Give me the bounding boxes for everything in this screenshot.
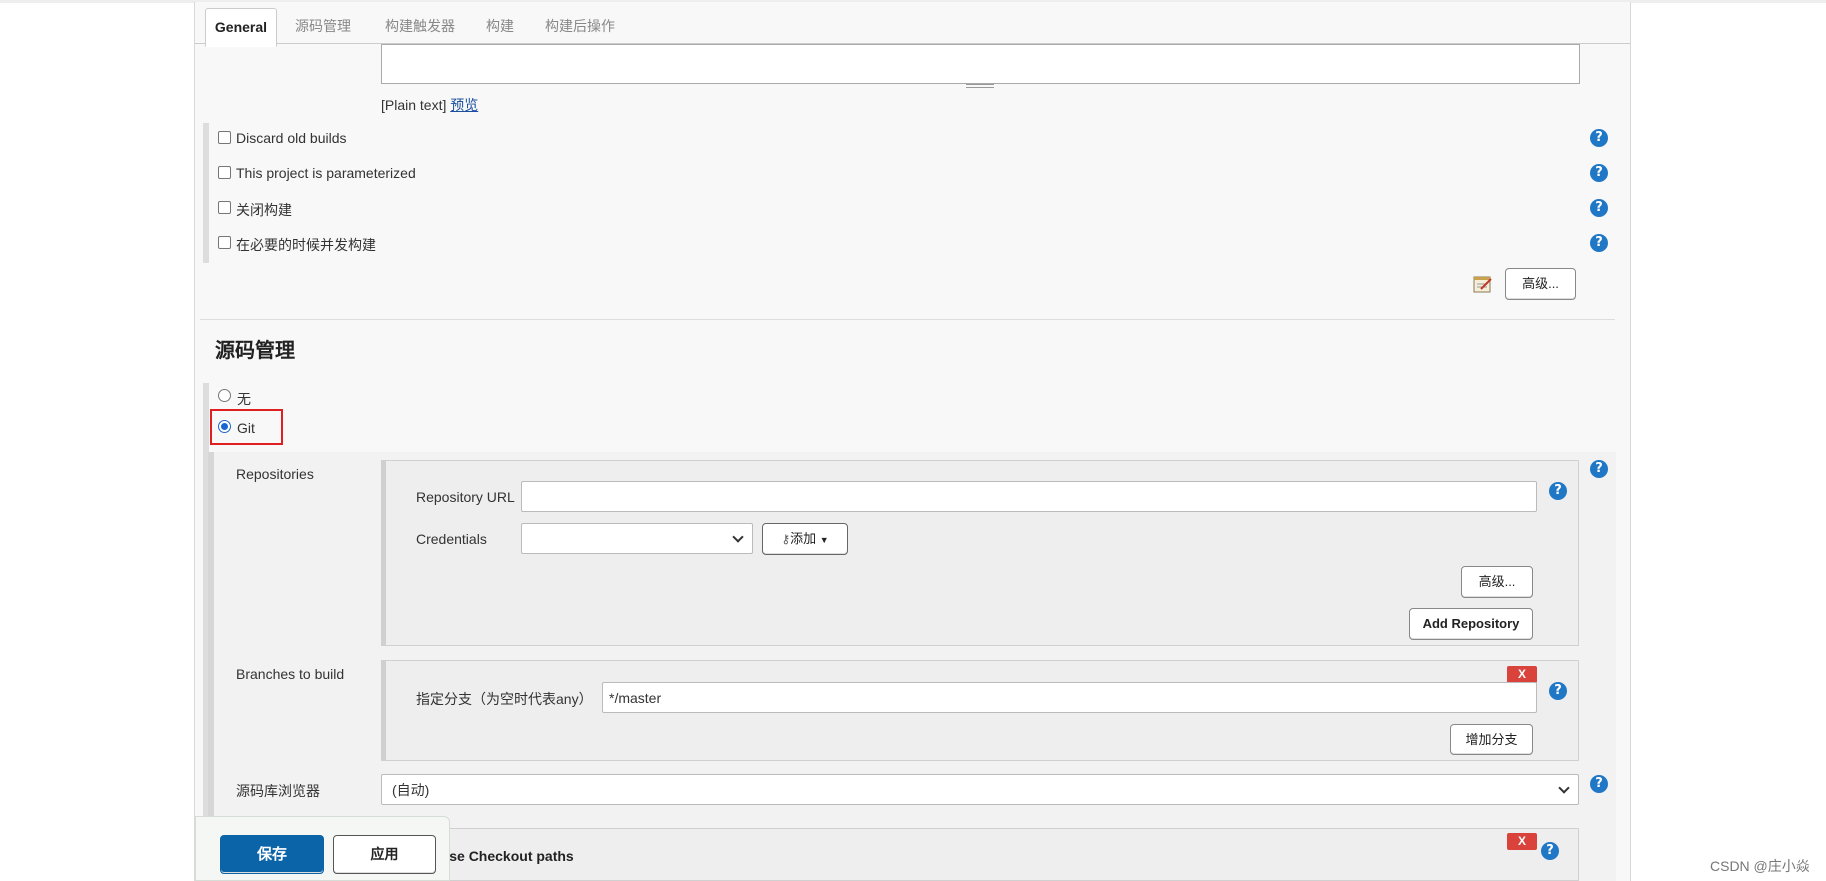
- help-icon[interactable]: ?: [1590, 129, 1608, 147]
- add-credentials-button[interactable]: ⚷添加 ▼: [762, 523, 848, 555]
- tab-post-build[interactable]: 构建后操作: [536, 8, 624, 45]
- scm-git-radio[interactable]: [218, 420, 231, 433]
- notepad-icon[interactable]: [1473, 275, 1493, 293]
- branch-spec-input[interactable]: [602, 682, 1537, 713]
- plain-text-label: [Plain text]: [381, 97, 447, 113]
- tab-bar: General 源码管理 构建触发器 构建 构建后操作: [195, 2, 1630, 47]
- scm-none-radio[interactable]: [218, 389, 231, 402]
- save-button[interactable]: 保存: [220, 835, 324, 874]
- add-repository-button[interactable]: Add Repository: [1409, 608, 1533, 640]
- disable-build-checkbox[interactable]: [218, 201, 231, 214]
- help-icon[interactable]: ?: [1541, 842, 1559, 860]
- sparse-checkout-label: arse Checkout paths: [436, 848, 574, 864]
- help-icon[interactable]: ?: [1590, 460, 1608, 478]
- add-credentials-label: 添加: [790, 531, 817, 546]
- concurrent-build-label: 在必要的时候并发构建: [236, 237, 376, 253]
- discard-old-builds-label: Discard old builds: [236, 130, 347, 146]
- description-textarea[interactable]: [381, 44, 1580, 84]
- tab-scm[interactable]: 源码管理: [285, 8, 361, 45]
- chevron-down-icon: [732, 531, 744, 543]
- help-icon[interactable]: ?: [1549, 682, 1567, 700]
- preview-link[interactable]: 预览: [450, 97, 478, 113]
- add-branch-button[interactable]: 增加分支: [1450, 724, 1533, 755]
- chevron-down-icon: [1558, 782, 1570, 794]
- parameterized-label: This project is parameterized: [236, 165, 416, 181]
- apply-button[interactable]: 应用: [333, 835, 436, 874]
- tab-triggers[interactable]: 构建触发器: [376, 8, 464, 45]
- help-icon[interactable]: ?: [1590, 164, 1608, 182]
- branch-spec-label: 指定分支（为空时代表any）: [416, 691, 593, 707]
- section-divider: [200, 319, 1615, 320]
- repository-url-input[interactable]: [521, 481, 1537, 512]
- key-icon: ⚷: [781, 532, 791, 546]
- discard-old-builds-checkbox[interactable]: [218, 131, 231, 144]
- credentials-select[interactable]: [521, 523, 753, 554]
- scm-none-label: 无: [237, 391, 251, 407]
- repo-advanced-button[interactable]: 高级...: [1461, 566, 1533, 598]
- repo-browser-value: (自动): [392, 782, 430, 798]
- scm-section-title: 源码管理: [215, 340, 295, 362]
- delete-branch-button[interactable]: X: [1507, 666, 1537, 683]
- branches-label: Branches to build: [236, 666, 345, 682]
- options-group-bar: [203, 123, 209, 263]
- scm-git-label: Git: [237, 420, 255, 436]
- repositories-label: Repositories: [236, 466, 314, 482]
- help-icon[interactable]: ?: [1549, 482, 1567, 500]
- resize-grip[interactable]: [966, 84, 994, 88]
- repo-browser-label: 源码库浏览器: [236, 783, 320, 799]
- disable-build-label: 关闭构建: [236, 202, 292, 218]
- description-format: [Plain text] 预览: [381, 95, 478, 115]
- credentials-label: Credentials: [416, 531, 487, 547]
- delete-sparse-button[interactable]: X: [1507, 833, 1537, 850]
- tab-build[interactable]: 构建: [482, 8, 518, 45]
- repository-url-label: Repository URL: [416, 489, 515, 505]
- help-icon[interactable]: ?: [1590, 199, 1608, 217]
- concurrent-build-checkbox[interactable]: [218, 236, 231, 249]
- parameterized-checkbox[interactable]: [218, 166, 231, 179]
- advanced-button[interactable]: 高级...: [1505, 268, 1576, 300]
- tab-general[interactable]: General: [205, 8, 277, 47]
- branch-panel-bar: [381, 660, 386, 761]
- help-icon[interactable]: ?: [1590, 775, 1608, 793]
- watermark: CSDN @庄小焱: [1710, 858, 1810, 874]
- repo-browser-select[interactable]: (自动): [381, 774, 1579, 805]
- caret-down-icon: ▼: [819, 535, 829, 545]
- repository-panel-bar: [381, 460, 386, 646]
- help-icon[interactable]: ?: [1590, 234, 1608, 252]
